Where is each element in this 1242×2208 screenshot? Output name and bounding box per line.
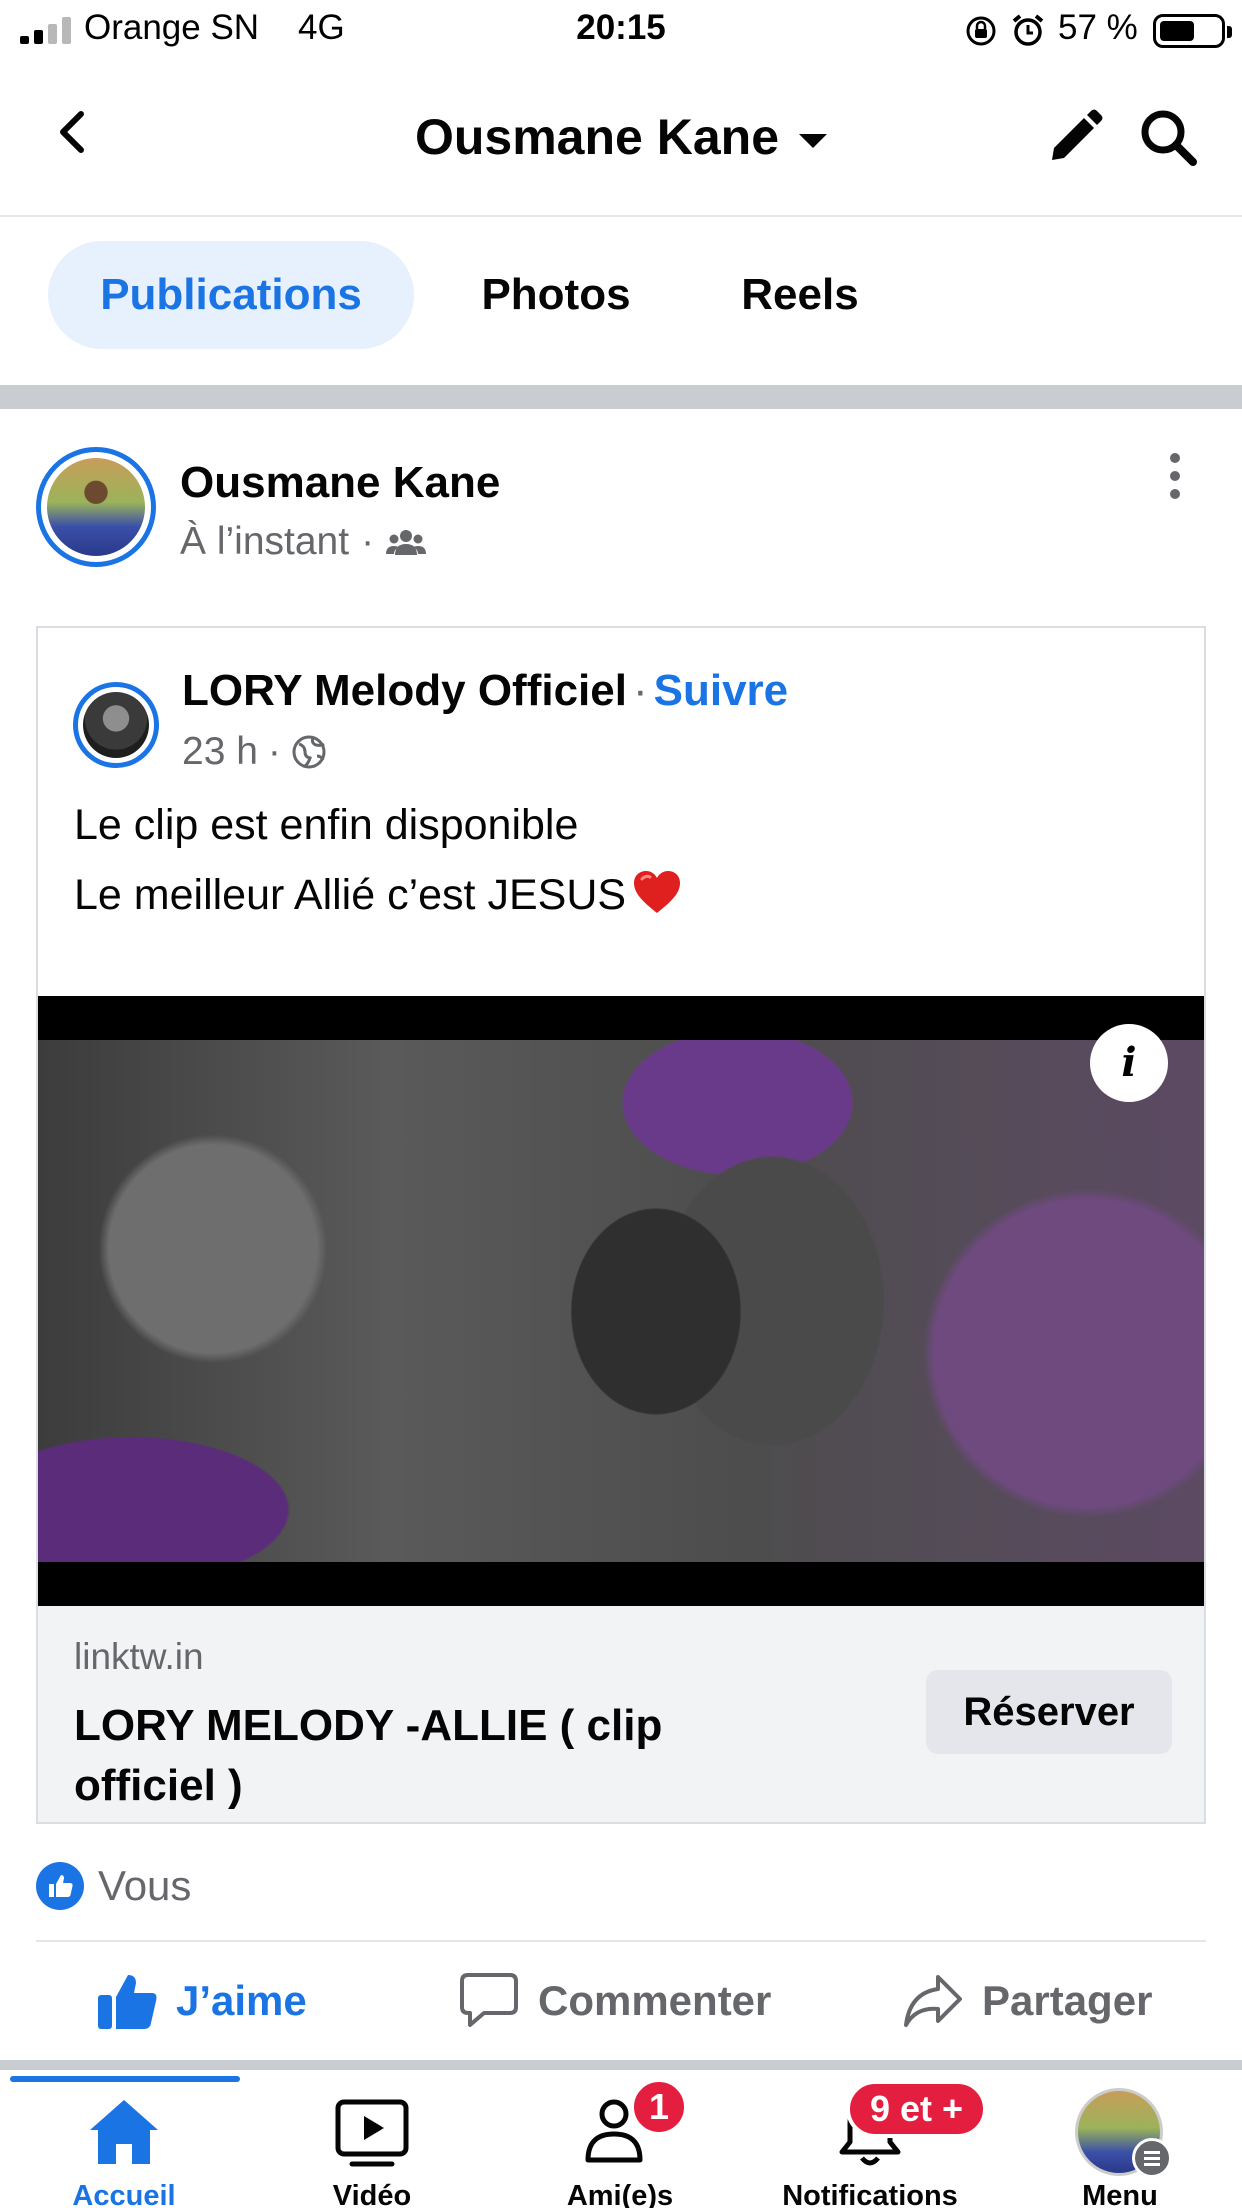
link-domain: linktw.in [74,1636,204,1677]
hamburger-icon [1132,2138,1172,2178]
share-button[interactable]: Partager [902,1960,1152,2042]
alarm-icon [1012,14,1044,46]
post-text-line: Le meilleur Allié c’est JESUS [74,871,627,919]
link-preview[interactable]: linktw.in LORY MELODY -ALLIE ( clip offi… [38,1606,1204,1822]
page-avatar[interactable] [73,682,159,768]
info-icon[interactable]: i [1090,1024,1168,1102]
post-timestamp[interactable]: À l’instant [180,520,349,564]
globe-icon [292,735,326,769]
section-divider [0,2060,1242,2070]
meta-separator: · [361,520,375,563]
like-label: J’aime [176,1977,307,2024]
reactions-label: Vous [98,1862,192,1909]
divider [36,1940,1206,1942]
bottom-navigation: Accueil Vidéo 1 Ami(e)s 9 et + Notificat… [0,2070,1242,2208]
nav-home-label: Accueil [72,2180,176,2208]
profile-tabs: Publications Photos Reels [0,217,1242,385]
red-heart-icon [634,871,681,913]
reactions-summary[interactable]: Vous [36,1862,191,1910]
active-tab-indicator [10,2076,240,2082]
nav-notifications-label: Notifications [782,2180,958,2208]
reserve-button[interactable]: Réserver [926,1670,1172,1754]
video-thumbnail[interactable] [38,1040,1204,1562]
like-button[interactable]: J’aime [96,1960,307,2042]
follow-button[interactable]: Suivre [654,666,789,715]
nav-video[interactable]: Vidéo [292,2084,452,2208]
tab-publications[interactable]: Publications [48,241,414,349]
clock: 20:15 [576,8,666,47]
nav-friends[interactable]: 1 Ami(e)s [540,2078,700,2208]
video-icon [335,2099,409,2167]
post-author-name[interactable]: Ousmane Kane [180,458,500,508]
nav-home[interactable]: Accueil [44,2084,204,2208]
comment-label: Commenter [538,1977,772,2024]
share-label: Partager [982,1977,1153,2024]
caret-down-icon [799,133,827,148]
page-name[interactable]: LORY Melody Officiel [182,666,627,715]
share-icon [904,1975,962,2027]
shared-post-text: Le clip est enfin disponible Le meilleur… [74,790,682,930]
home-icon [90,2100,158,2164]
shared-post-card[interactable]: LORY Melody Officiel · Suivre 23 h · Le cl… [36,626,1206,1824]
tab-photos[interactable]: Photos [440,241,672,349]
nav-friends-label: Ami(e)s [566,2180,674,2208]
tab-reels[interactable]: Reels [690,241,910,349]
nav-menu[interactable]: Menu [1040,2084,1200,2208]
edit-pencil-icon[interactable] [1040,104,1108,172]
shared-meta: 23 h · [182,730,327,774]
like-reaction-icon [36,1862,84,1910]
nav-notifications[interactable]: 9 et + Notifications [760,2080,988,2208]
separator-dot: · [632,666,648,715]
post-actions: J’aime Commenter Partager [0,1960,1242,2042]
video-player[interactable]: i [38,996,1204,1606]
nav-video-label: Vidéo [332,2180,412,2208]
author-avatar[interactable] [36,447,156,567]
rotation-lock-icon [966,16,996,46]
status-bar: Orange SN 4G 20:15 57 % [0,0,1242,62]
battery-icon [1153,14,1232,48]
profile-title: Ousmane Kane [414,109,779,165]
search-icon[interactable] [1135,104,1203,172]
post-text-line: Le clip est enfin disponible [74,801,579,849]
top-navigation: Ousmane Kane [0,62,1242,217]
comment-icon [460,1973,518,2027]
post-meta: À l’instant · [180,520,427,564]
shared-timestamp[interactable]: 23 h [182,730,258,774]
post-text-line-2: Le meilleur Allié c’est JESUS [74,860,682,930]
friends-icon [386,530,427,555]
notifications-badge: 9 et + [846,2080,988,2138]
shared-header: LORY Melody Officiel · Suivre [182,666,788,716]
meta-separator: · [267,730,281,773]
nav-menu-label: Menu [1082,2180,1158,2208]
more-options-icon[interactable] [1160,450,1190,510]
link-title: LORY MELODY -ALLIE ( clip officiel ) [74,1701,663,1810]
section-divider [0,385,1242,409]
battery-percent: 57 % [1058,8,1138,47]
comment-button[interactable]: Commenter [458,1960,771,2042]
thumbs-up-icon [98,1975,157,2029]
friends-badge: 1 [630,2078,688,2136]
